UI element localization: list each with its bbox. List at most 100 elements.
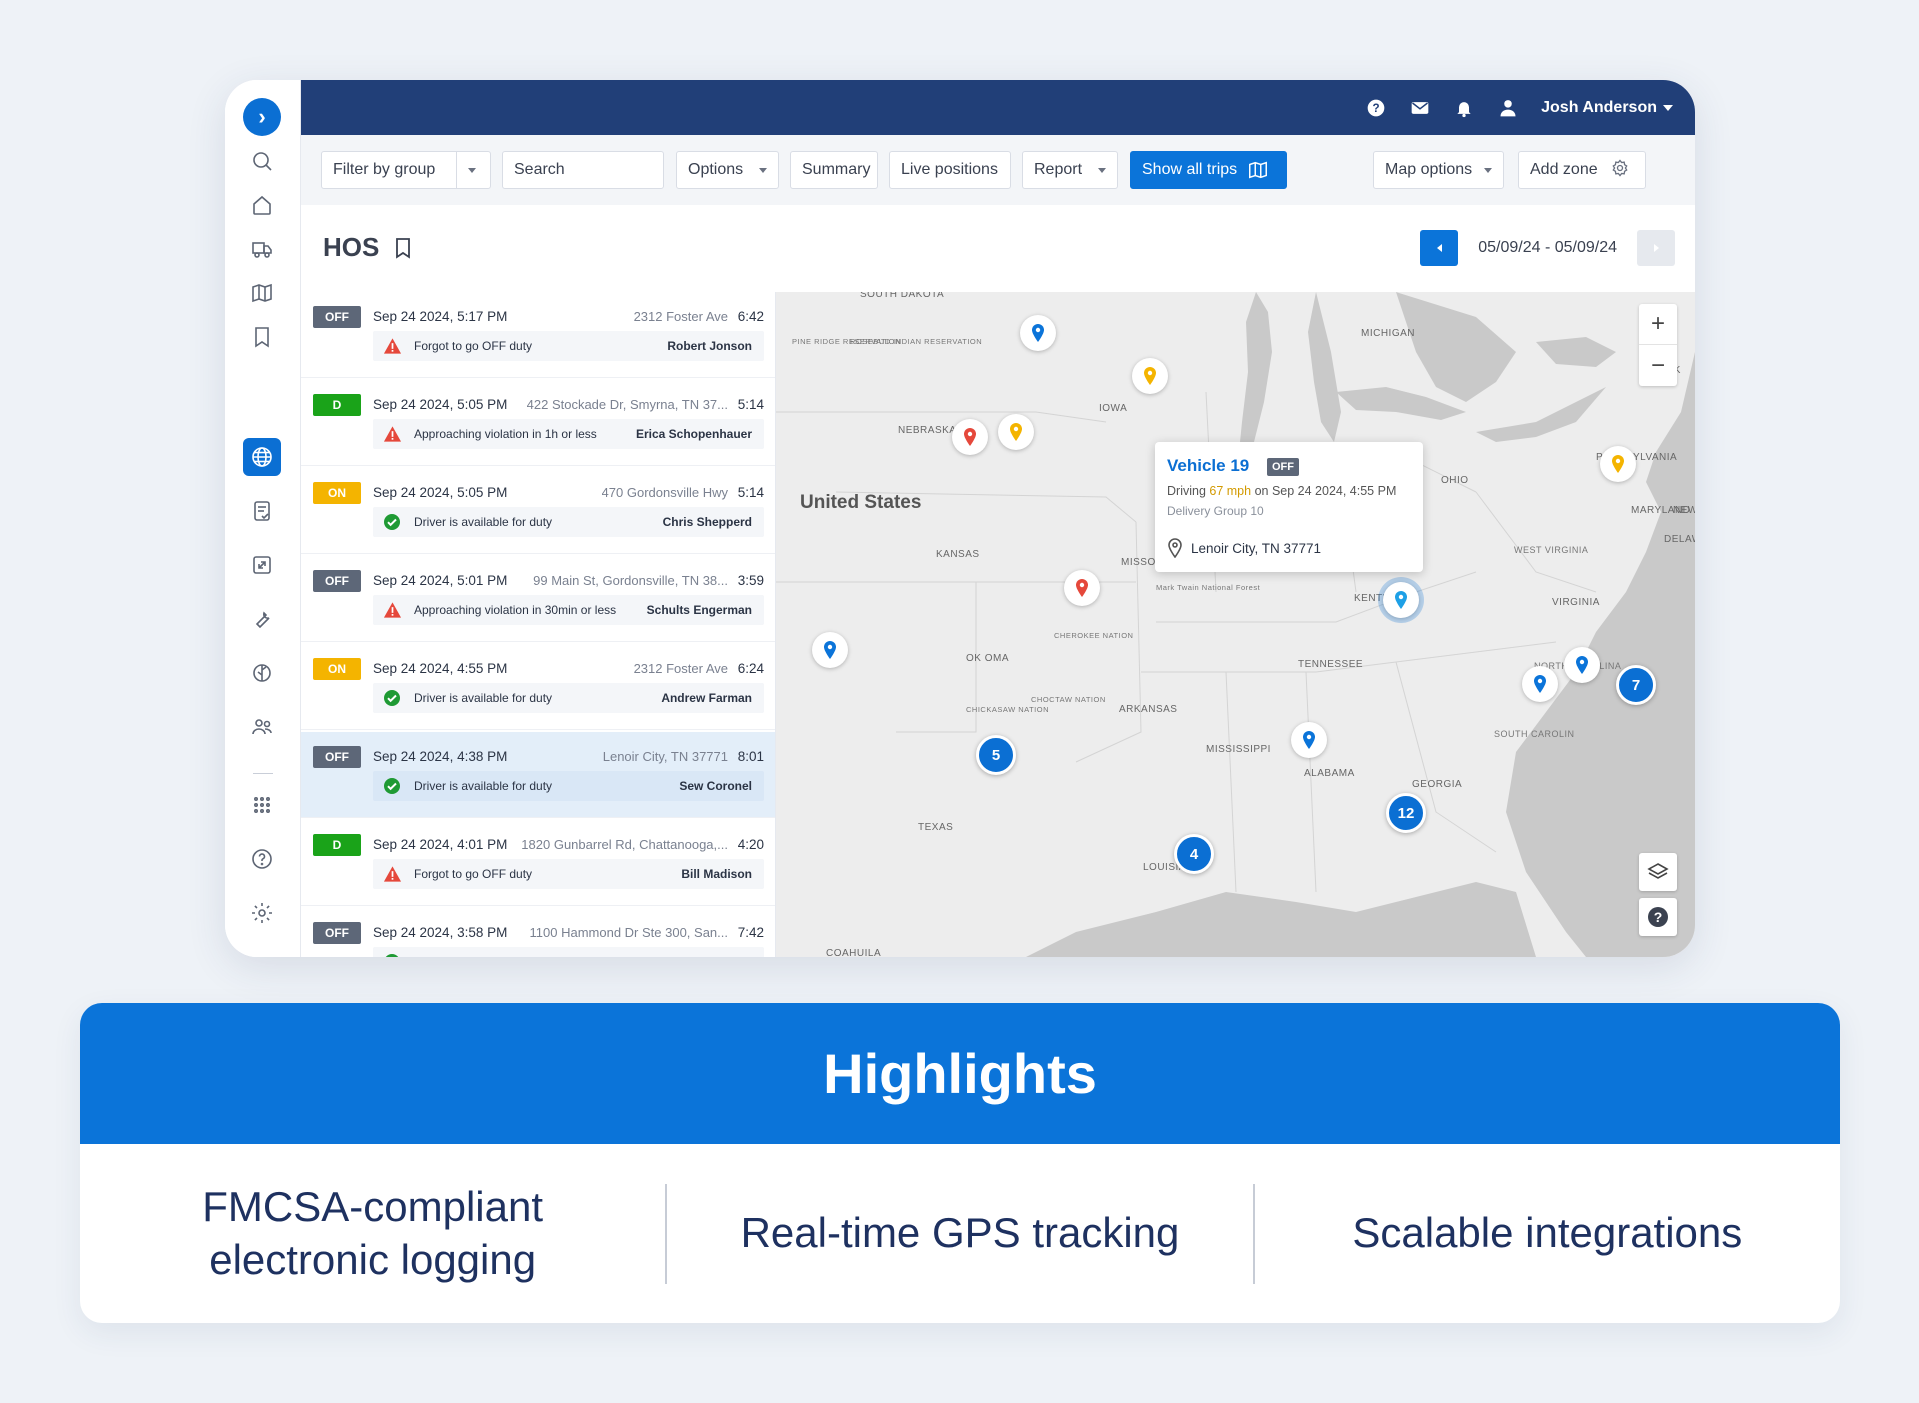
app-window: › ? Josh Anderson Filter by group Search…	[225, 80, 1695, 957]
map-pin-yellow[interactable]	[998, 414, 1034, 450]
map-pin-blue[interactable]	[812, 632, 848, 668]
map-label-chickasaw: CHICKASAW NATION	[966, 705, 1050, 714]
users-icon[interactable]	[243, 708, 281, 746]
previous-date-button[interactable]	[1420, 230, 1459, 266]
map-label-michigan: MICHIGAN	[1361, 328, 1415, 339]
event-duration: 3:59	[737, 573, 764, 588]
hos-row[interactable]: OFF Sep 24 2024, 3:58 PM 1100 Hammond Dr S…	[301, 908, 775, 957]
bell-icon[interactable]	[1453, 97, 1475, 119]
settings-gear-icon[interactable]	[243, 894, 281, 932]
map-pin-yellow[interactable]	[1132, 358, 1168, 394]
top-bar: ? Josh Anderson	[301, 80, 1695, 135]
options-dropdown[interactable]: Options	[676, 151, 779, 189]
driver-name: Erica Schopenhauer	[635, 427, 752, 441]
event-address: 1100 Hammond Dr Ste 300, San...	[529, 925, 728, 940]
next-date-button[interactable]	[1637, 230, 1675, 266]
event-message: Approaching violation in 1h or less	[414, 427, 597, 441]
svg-text:?: ?	[1654, 909, 1663, 925]
live-positions-button[interactable]: Live positions	[889, 151, 1011, 189]
highlight-item: Real-time GPS tracking	[740, 1209, 1180, 1257]
apps-grid-icon[interactable]	[243, 786, 281, 824]
location-pin-icon	[1076, 579, 1088, 597]
location-pin-icon	[1576, 656, 1588, 674]
map-pin-red[interactable]	[952, 419, 988, 455]
zoom-out-button[interactable]: −	[1639, 345, 1677, 386]
map-pin-selected-vehicle[interactable]	[1383, 582, 1419, 618]
bookmark-icon[interactable]	[243, 318, 281, 356]
user-icon[interactable]	[1497, 97, 1519, 119]
highlight-item: FMCSA-compliant electronic logging	[202, 1183, 544, 1283]
map-cluster[interactable]: 5	[976, 735, 1016, 775]
expand-sidebar-button[interactable]: ›	[243, 98, 281, 136]
truck-icon[interactable]	[243, 230, 281, 268]
search-input[interactable]: Search	[502, 151, 664, 189]
map-pin-blue[interactable]	[1020, 315, 1056, 351]
map-options-dropdown[interactable]: Map options	[1373, 151, 1504, 189]
map-pin-blue[interactable]	[1564, 647, 1600, 683]
gear-icon	[1598, 158, 1630, 183]
search-placeholder: Search	[514, 161, 565, 178]
hos-row[interactable]: OFF Sep 24 2024, 5:01 PM 99 Main St, Gordo…	[301, 556, 775, 642]
map-cluster[interactable]: 12	[1386, 793, 1426, 833]
map-label-choctaw: CHOCTAW NATION	[1031, 695, 1106, 704]
help-circle-icon[interactable]: ?	[1365, 97, 1387, 119]
hos-row[interactable]: D Sep 24 2024, 5:05 PM 422 Stockade Dr, Sm…	[301, 380, 775, 466]
bookmark-icon[interactable]	[395, 237, 410, 259]
hos-row[interactable]: ON Sep 24 2024, 5:05 PM 470 Gordonsville H…	[301, 468, 775, 554]
event-datetime: Sep 24 2024, 5:17 PM	[373, 309, 508, 324]
help-icon[interactable]	[243, 840, 281, 878]
hos-row[interactable]: OFF Sep 24 2024, 4:38 PM Lenoir City, TN 3…	[301, 732, 775, 818]
map-pin-blue[interactable]	[1291, 722, 1327, 758]
map-view[interactable]: SOUTH DAKOTA PINE RIDGE RESERVATION ROSE…	[776, 292, 1695, 957]
location-pin-icon	[1168, 538, 1182, 558]
map-label-missouri: MISSO	[1121, 557, 1156, 568]
home-icon[interactable]	[243, 186, 281, 224]
map-cluster[interactable]: 4	[1174, 834, 1214, 874]
summary-button[interactable]: Summary	[790, 151, 878, 189]
map-icon[interactable]	[243, 274, 281, 312]
event-address: 99 Main St, Gordonsville, TN 38...	[533, 573, 728, 588]
resize-icon[interactable]	[243, 546, 281, 584]
map-pin-red[interactable]	[1064, 570, 1100, 606]
hos-row[interactable]: OFF Sep 24 2024, 5:17 PM 2312 Foster Ave 6:…	[301, 292, 775, 378]
event-message: Approaching violation in 30min or less	[414, 603, 617, 617]
vehicle-speed: 67 mph	[1209, 484, 1252, 498]
layers-button[interactable]	[1639, 853, 1677, 891]
map-label-virginia: VIRGINIA	[1552, 597, 1600, 608]
show-all-trips-button[interactable]: Show all trips	[1130, 151, 1287, 189]
checklist-icon[interactable]	[243, 492, 281, 530]
wrench-icon[interactable]	[243, 600, 281, 638]
event-message: Forgot to go OFF duty	[414, 339, 533, 353]
vehicle-popup[interactable]: Vehicle 19 OFF Driving 67 mph on Sep 24 …	[1155, 442, 1423, 572]
map-label-texas: TEXAS	[918, 822, 954, 833]
location-pin-icon	[1010, 423, 1022, 441]
map-label-mark-twain: Mark Twain National Forest	[1156, 583, 1261, 592]
globe-icon[interactable]	[243, 438, 281, 476]
leaf-icon[interactable]	[243, 654, 281, 692]
map-pin-blue[interactable]	[1522, 666, 1558, 702]
map-label-nebraska: NEBRASKA	[898, 425, 957, 436]
event-message: Driver is available for duty	[414, 955, 552, 957]
zoom-in-button[interactable]: +	[1639, 304, 1677, 345]
map-label-arkansas: ARKANSAS	[1119, 704, 1178, 715]
add-zone-button[interactable]: Add zone	[1518, 151, 1646, 189]
search-icon[interactable]	[243, 142, 281, 180]
map-pin-yellow[interactable]	[1600, 446, 1636, 482]
driver-name: Bill Madison	[681, 867, 752, 881]
map-help-button[interactable]: ?	[1639, 898, 1677, 936]
driver-name: Schults Engerman	[646, 603, 752, 617]
event-note: Driver is available for duty Sew Coronel	[373, 947, 764, 957]
event-datetime: Sep 24 2024, 3:58 PM	[373, 925, 508, 940]
report-dropdown[interactable]: Report	[1022, 151, 1118, 189]
chevron-down-icon	[468, 167, 476, 173]
rail-divider	[253, 773, 273, 774]
mail-icon[interactable]	[1409, 97, 1431, 119]
chevron-down-icon	[1098, 167, 1106, 173]
vehicle-name[interactable]: Vehicle 19	[1167, 456, 1249, 476]
map-cluster[interactable]: 7	[1616, 665, 1656, 705]
hos-row[interactable]: D Sep 24 2024, 4:01 PM 1820 Gunbarrel Rd, …	[301, 820, 775, 906]
highlight-item: Scalable integrations	[1352, 1209, 1743, 1257]
filter-by-group-select[interactable]: Filter by group	[321, 151, 491, 189]
user-menu[interactable]: Josh Anderson	[1541, 99, 1673, 117]
hos-row[interactable]: ON Sep 24 2024, 4:55 PM 2312 Foster Ave 6:2…	[301, 644, 775, 730]
